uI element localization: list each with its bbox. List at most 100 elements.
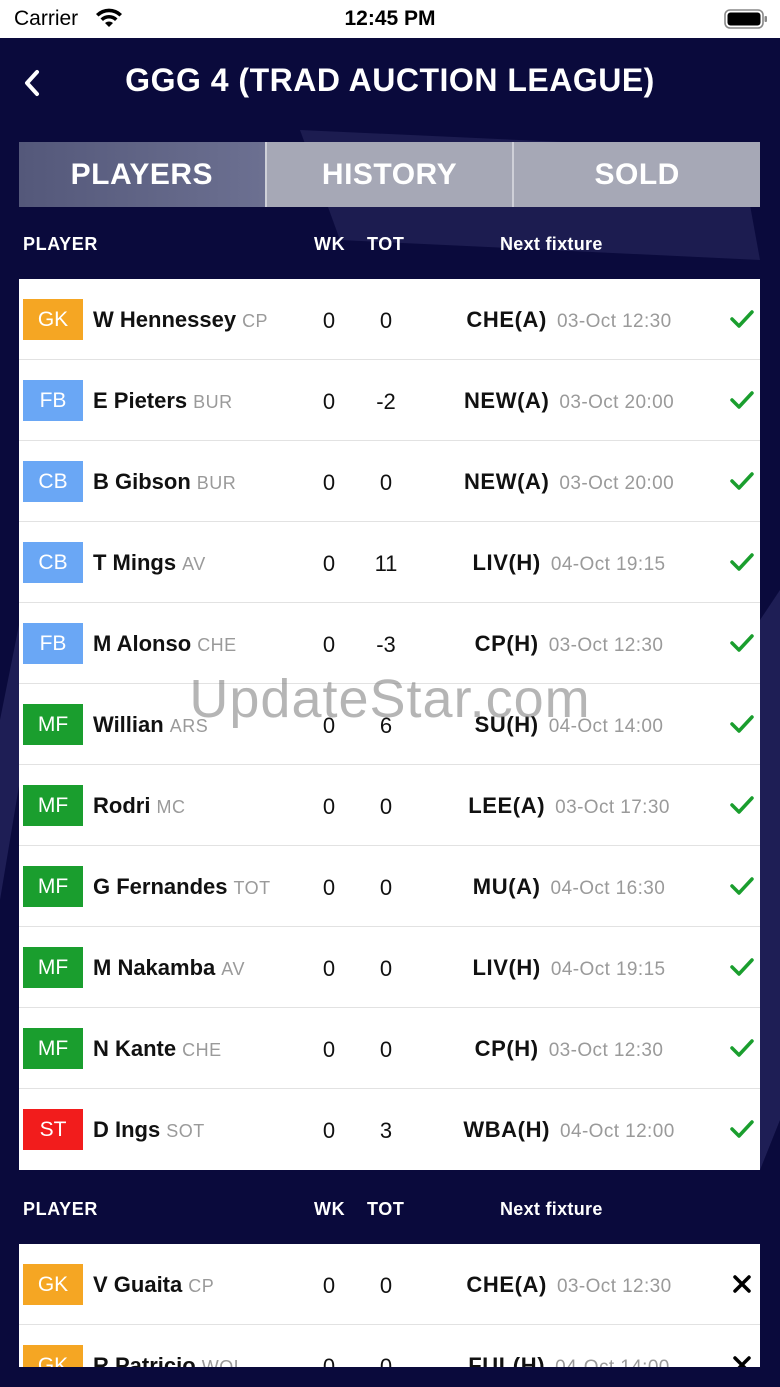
week-points: 0 [322, 632, 336, 657]
player-name-text: B Gibson [93, 469, 191, 494]
position-badge: MF [23, 1028, 83, 1069]
player-name: B Gibson BUR [93, 469, 236, 495]
player-name: W Hennessey CP [93, 307, 268, 333]
player-name: D Ings SOT [93, 1117, 205, 1143]
fixture-time: 03-Oct 20:00 [559, 392, 675, 413]
player-row[interactable]: CB T Mings AV 0 11 LIV(H) 04-Oct 19:15 [19, 522, 760, 603]
check-icon [729, 874, 755, 898]
back-chevron-icon[interactable] [20, 68, 44, 98]
position-badge: GK [23, 1264, 83, 1305]
player-name-text: D Ings [93, 1117, 161, 1142]
total-points: 0 [379, 794, 393, 819]
fixture-opponent: WBA(H) [463, 1117, 551, 1142]
bench-list-viewport[interactable]: GK V Guaita CP 0 0 CHE(A) 03-Oct 12:30 GK … [19, 1244, 760, 1367]
fixture-time: 03-Oct 12:30 [548, 635, 664, 656]
player-name: T Mings AV [93, 550, 206, 576]
player-row[interactable]: FB E Pieters BUR 0 -2 NEW(A) 03-Oct 20:00 [19, 360, 760, 441]
player-name-text: V Guaita [93, 1272, 183, 1297]
player-team: BUR [193, 392, 233, 412]
player-team: AV [221, 959, 245, 979]
total-points: 0 [379, 308, 393, 333]
player-row[interactable]: MF N Kante CHE 0 0 CP(H) 03-Oct 12:30 [19, 1008, 760, 1089]
next-fixture: WBA(H) 04-Oct 12:00 [419, 1117, 719, 1143]
player-name: N Kante CHE [93, 1036, 222, 1062]
position-badge: FB [23, 623, 83, 664]
player-row[interactable]: GK V Guaita CP 0 0 CHE(A) 03-Oct 12:30 [19, 1244, 760, 1325]
player-name-text: M Nakamba [93, 955, 216, 980]
fixture-time: 03-Oct 12:30 [556, 311, 672, 332]
next-fixture: LIV(H) 04-Oct 19:15 [419, 955, 719, 981]
week-points: 0 [322, 389, 336, 414]
week-points: 0 [322, 875, 336, 900]
tab-bar: PLAYERS HISTORY SOLD [19, 142, 761, 207]
position-badge: FB [23, 380, 83, 421]
player-name: R Patricio WOL [93, 1353, 244, 1367]
player-name-text: M Alonso [93, 631, 192, 656]
fixture-time: 04-Oct 14:00 [555, 1357, 670, 1367]
player-row[interactable]: MF Rodri MC 0 0 LEE(A) 03-Oct 17:30 [19, 765, 760, 846]
player-row[interactable]: CB B Gibson BUR 0 0 NEW(A) 03-Oct 20:00 [19, 441, 760, 522]
fixture-opponent: MU(A) [472, 874, 541, 899]
fixture-opponent: CP(H) [474, 1036, 539, 1061]
check-icon [729, 388, 755, 412]
position-badge: MF [23, 866, 83, 907]
fixture-opponent: SU(H) [474, 712, 539, 737]
header-next-fixture: Next fixture [500, 234, 603, 254]
total-points: 0 [379, 875, 393, 900]
header-next-fixture: Next fixture [500, 1199, 603, 1219]
total-points: 0 [379, 1354, 393, 1367]
position-badge: CB [23, 542, 83, 583]
player-name: M Alonso CHE [93, 631, 237, 657]
player-row[interactable]: MF Willian ARS 0 6 SU(H) 04-Oct 14:00 [19, 684, 760, 765]
fixture-opponent: CHE(A) [466, 307, 547, 332]
player-name: M Nakamba AV [93, 955, 245, 981]
check-icon [729, 631, 755, 655]
tab-sold[interactable]: SOLD [512, 142, 761, 207]
total-points: 0 [379, 1273, 393, 1298]
fixture-opponent: LIV(H) [472, 550, 541, 575]
next-fixture: CP(H) 03-Oct 12:30 [419, 1036, 719, 1062]
player-row[interactable]: ST D Ings SOT 0 3 WBA(H) 04-Oct 12:00 [19, 1089, 760, 1170]
week-points: 0 [322, 1037, 336, 1062]
player-team: BUR [196, 473, 237, 493]
check-icon [729, 1036, 755, 1060]
next-fixture: FUL(H) 04-Oct 14:00 [419, 1353, 719, 1367]
tab-history[interactable]: HISTORY [264, 142, 513, 207]
total-points: -3 [376, 632, 396, 657]
fixture-opponent: CP(H) [474, 631, 539, 656]
position-badge: GK [23, 299, 83, 340]
player-row[interactable]: GK R Patricio WOL 0 0 FUL(H) 04-Oct 14:00 [19, 1325, 760, 1367]
player-row[interactable]: MF M Nakamba AV 0 0 LIV(H) 04-Oct 19:15 [19, 927, 760, 1008]
tab-players[interactable]: PLAYERS [19, 142, 265, 207]
close-icon [729, 1272, 755, 1296]
week-points: 0 [322, 551, 336, 576]
header-player: PLAYER [23, 234, 98, 254]
player-row[interactable]: FB M Alonso CHE 0 -3 CP(H) 03-Oct 12:30 [19, 603, 760, 684]
player-name-text: Willian [93, 712, 164, 737]
player-name-text: W Hennessey [93, 307, 237, 332]
player-team: CP [188, 1276, 215, 1296]
nav-bar: GGG 4 (TRAD AUCTION LEAGUE) [0, 38, 780, 126]
total-points: 6 [379, 713, 393, 738]
next-fixture: NEW(A) 03-Oct 20:00 [419, 469, 719, 495]
column-header: PLAYER WK TOT Next fixture [19, 208, 760, 278]
header-tot: TOT [367, 1199, 405, 1219]
player-name: G Fernandes TOT [93, 874, 271, 900]
week-points: 0 [322, 956, 336, 981]
fixture-time: 04-Oct 19:15 [550, 959, 666, 980]
week-points: 0 [322, 1354, 336, 1367]
week-points: 0 [322, 713, 336, 738]
total-points: 3 [379, 1118, 393, 1143]
week-points: 0 [322, 470, 336, 495]
check-icon [729, 307, 755, 331]
fixture-opponent: LEE(A) [468, 793, 546, 818]
player-team: TOT [233, 878, 271, 898]
check-icon [729, 955, 755, 979]
player-row[interactable]: MF G Fernandes TOT 0 0 MU(A) 04-Oct 16:30 [19, 846, 760, 927]
player-row[interactable]: GK W Hennessey CP 0 0 CHE(A) 03-Oct 12:30 [19, 279, 760, 360]
player-team: WOL [201, 1357, 245, 1367]
header-player: PLAYER [23, 1199, 98, 1219]
week-points: 0 [322, 794, 336, 819]
position-badge: MF [23, 704, 83, 745]
player-team: ARS [169, 716, 209, 736]
